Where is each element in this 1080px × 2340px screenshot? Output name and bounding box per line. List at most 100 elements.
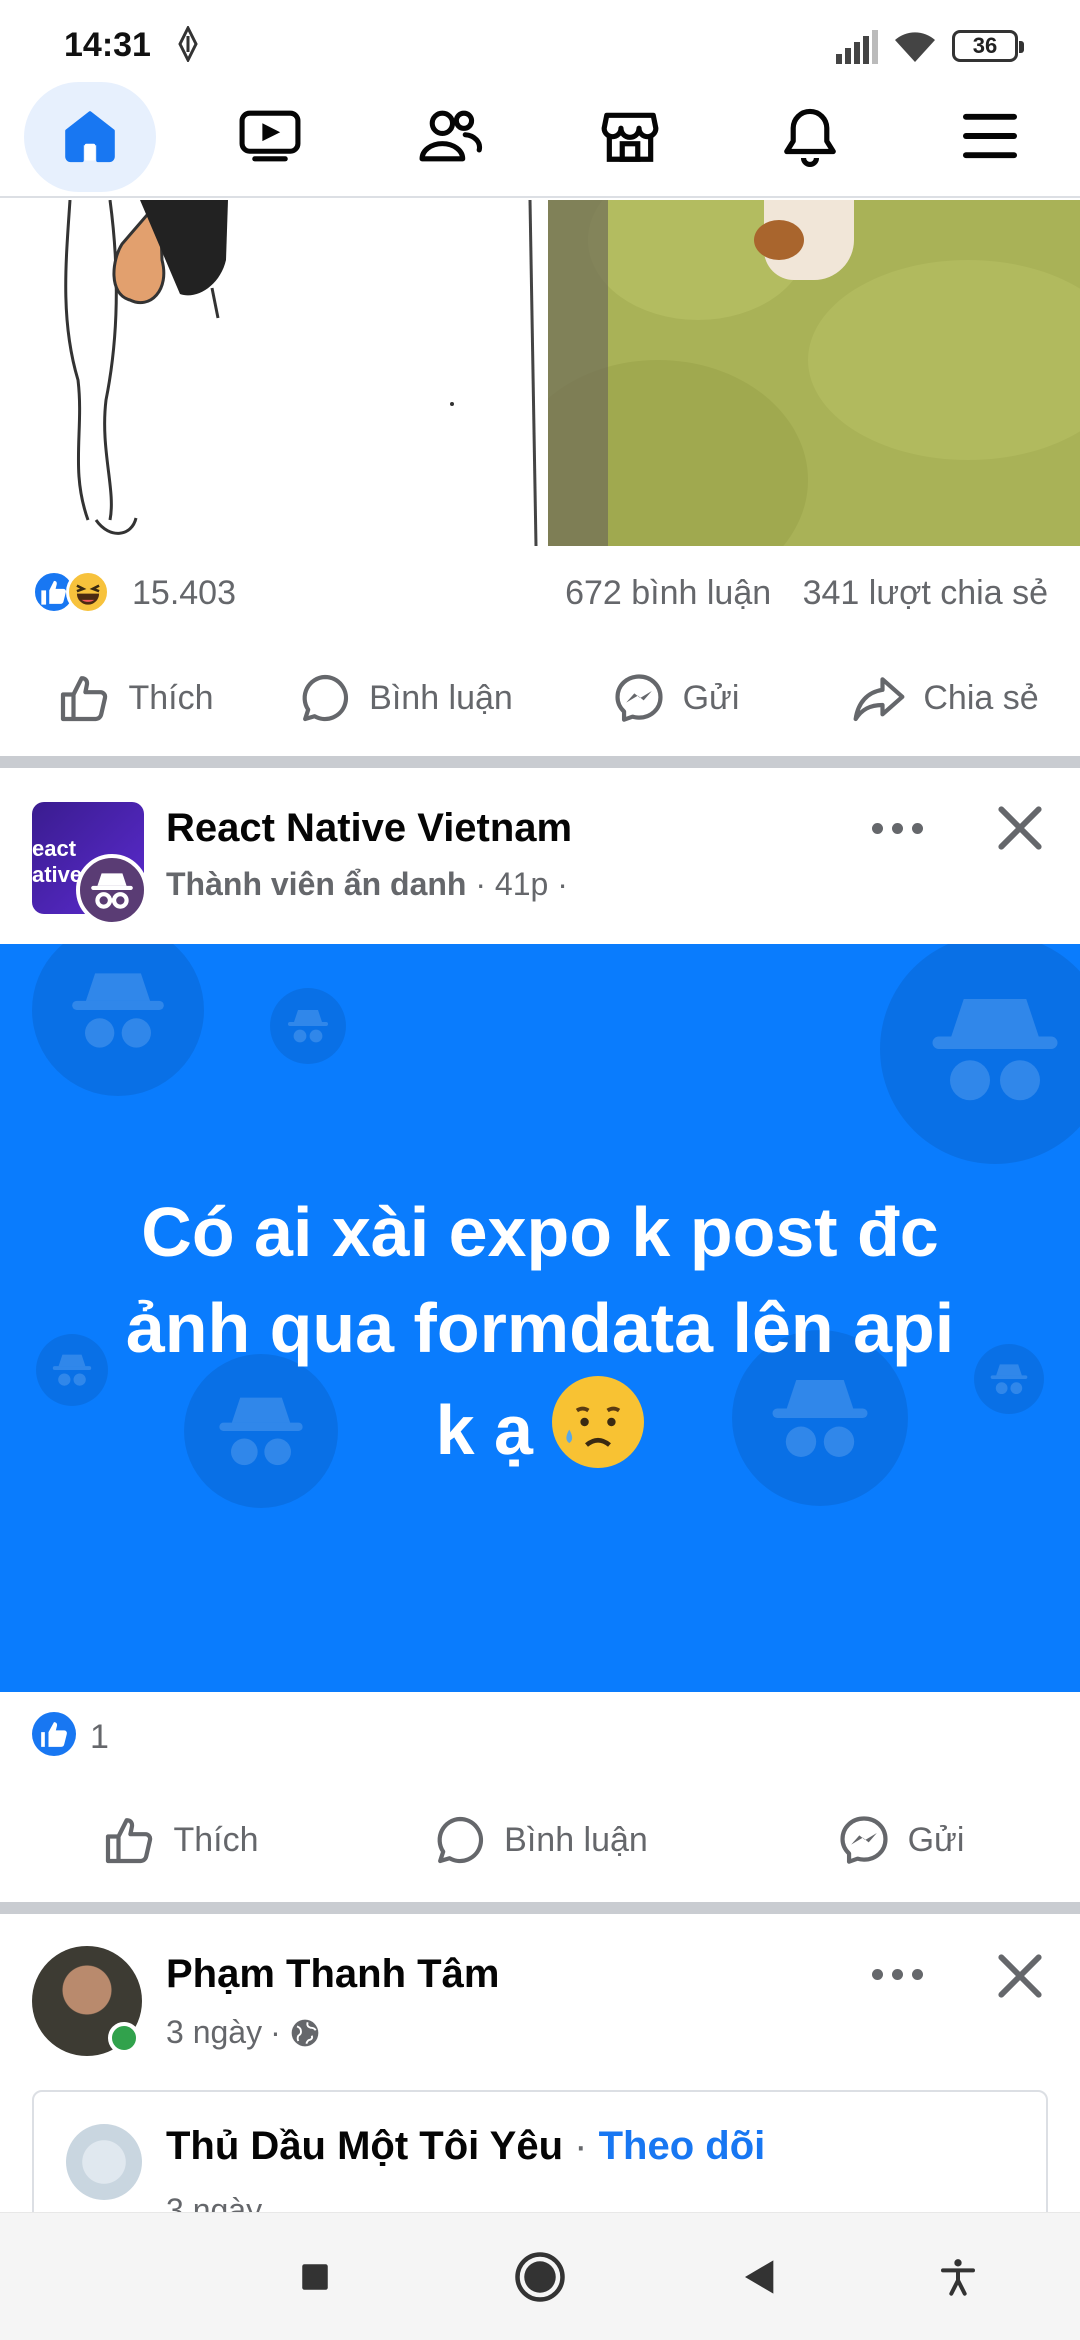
hamburger-menu-icon	[963, 113, 1017, 159]
back-button[interactable]	[700, 2213, 820, 2340]
comment-label: Bình luận	[504, 1820, 648, 1859]
haha-reaction-icon	[66, 570, 110, 614]
status-bar: 14:31 36	[0, 0, 1080, 80]
meta-separator: ·	[574, 2124, 588, 2168]
group-name[interactable]: React Native Vietnam	[166, 806, 572, 851]
more-options-button[interactable]	[872, 816, 932, 840]
post3-time[interactable]: 3 ngày	[166, 2014, 262, 2051]
bell-icon	[784, 108, 836, 167]
sketch-drawing	[64, 200, 538, 546]
anonymous-pattern-icon	[932, 999, 1058, 1101]
tab-watch[interactable]	[203, 80, 337, 192]
like-label: Thích	[128, 678, 214, 717]
back-triangle-icon	[745, 2260, 774, 2294]
post-text-background[interactable]: Có ai xài expo k post đc ảnh qua formdat…	[0, 944, 1080, 1692]
post-body-line-2: ảnh qua formdata lên api	[125, 1289, 955, 1367]
clock: 14:31	[64, 26, 151, 64]
like-reaction-icon[interactable]	[32, 1712, 76, 1756]
share-count[interactable]: 341 lượt chia sẻ	[803, 574, 1048, 612]
tab-menu[interactable]	[923, 80, 1057, 192]
home-icon	[65, 111, 115, 163]
post-author[interactable]: Thành viên ẩn danh	[166, 866, 466, 902]
post-body-line-1: Có ai xài expo k post đc	[141, 1193, 939, 1271]
comment-count[interactable]: 672 bình luận	[565, 574, 771, 612]
home-system-button[interactable]	[480, 2213, 600, 2340]
comment-button[interactable]: Bình luận	[360, 1812, 720, 1868]
follow-button[interactable]: Theo dõi	[599, 2124, 766, 2168]
send-label: Gửi	[682, 678, 740, 717]
sad-relieved-emoji-icon	[552, 1376, 645, 1468]
meta-separator: ·	[270, 2014, 281, 2050]
shared-page-avatar[interactable]	[66, 2124, 142, 2200]
system-navigation-bar	[0, 2212, 1080, 2340]
send-button[interactable]: Gửi	[720, 1812, 1080, 1868]
comment-icon	[302, 674, 349, 722]
close-icon[interactable]	[988, 1944, 1052, 2008]
anonymous-icon	[91, 873, 133, 909]
reaction-count[interactable]: 15.403	[132, 574, 236, 613]
share-arrow-icon	[853, 677, 905, 722]
share-label: Chia sẻ	[923, 678, 1039, 717]
like-button[interactable]: Thích	[0, 670, 270, 726]
anonymous-pattern-icon	[72, 973, 164, 1048]
feed-divider	[0, 756, 1080, 768]
like-label: Thích	[173, 1820, 259, 1859]
meta-separator: ·	[475, 866, 487, 902]
like-count[interactable]: 1	[90, 1718, 109, 1757]
signal-icon	[836, 30, 878, 64]
messenger-icon	[615, 674, 663, 722]
globe-icon	[291, 2019, 319, 2046]
send-label: Gửi	[907, 1820, 965, 1859]
group-avatar-text-1: eact	[32, 836, 77, 861]
friends-icon	[419, 110, 483, 162]
post2-action-bar: Thích Bình luận Gửi	[0, 1790, 1080, 1890]
feed-divider	[0, 1902, 1080, 1914]
post-body-text: Có ai xài expo k post đc ảnh qua formdat…	[40, 1184, 1040, 1478]
post1-stats: 15.403 672 bình luận 341 lượt chia sẻ	[0, 556, 1080, 628]
thumbs-up-icon	[106, 1818, 153, 1864]
battery-indicator: 36	[952, 30, 1024, 62]
square-icon	[302, 2264, 328, 2290]
post3-author[interactable]: Phạm Thanh Tâm	[166, 1952, 499, 1997]
nfc-icon	[178, 26, 198, 62]
tab-home[interactable]	[23, 80, 157, 192]
post2-stats: 1	[0, 1700, 1080, 1770]
marketplace-icon	[601, 112, 659, 162]
post2-header: eact ative React Native Vietnam Thành viê…	[0, 776, 1080, 926]
anonymous-pattern-icon	[288, 1010, 328, 1043]
close-icon[interactable]	[988, 796, 1052, 860]
post-body-line-3: k ạ	[435, 1391, 533, 1469]
post-image-right[interactable]	[548, 200, 1080, 546]
tab-friends[interactable]	[383, 80, 517, 192]
comment-button[interactable]: Bình luận	[270, 670, 540, 726]
accessibility-button[interactable]	[898, 2213, 1018, 2340]
post-image-left[interactable]	[0, 200, 540, 546]
post3-meta: 3 ngày ·	[166, 2014, 321, 2051]
comment-label: Bình luận	[369, 678, 513, 717]
thumbs-up-icon	[61, 676, 108, 722]
circle-home-icon	[515, 2252, 565, 2302]
comment-icon	[437, 1816, 484, 1864]
recents-button[interactable]	[255, 2213, 375, 2340]
reactions-summary[interactable]	[32, 568, 116, 616]
meta-separator-2: ·	[557, 866, 568, 902]
group-avatar-text-2: ative	[32, 862, 83, 887]
send-button[interactable]: Gửi	[540, 670, 810, 726]
more-options-button[interactable]	[872, 1962, 932, 1986]
online-status-dot	[108, 2022, 140, 2054]
shared-page-name[interactable]: Thủ Dầu Một Tôi Yêu	[166, 2124, 563, 2168]
post-image-grid[interactable]	[0, 200, 1080, 546]
share-button[interactable]: Chia sẻ	[810, 670, 1080, 726]
wifi-icon	[895, 32, 935, 62]
top-navigation	[0, 80, 1080, 198]
tab-marketplace[interactable]	[563, 80, 697, 192]
anonymous-member-avatar[interactable]	[76, 854, 148, 926]
accessibility-icon	[941, 2259, 975, 2296]
messenger-icon	[840, 1816, 888, 1864]
video-icon	[239, 110, 301, 162]
tab-notifications[interactable]	[743, 80, 877, 192]
post-time[interactable]: 41p	[495, 866, 548, 902]
shared-page-title: Thủ Dầu Một Tôi Yêu · Theo dõi	[166, 2124, 765, 2169]
like-button[interactable]: Thích	[0, 1812, 360, 1868]
post1-action-bar: Thích Bình luận Gửi Chia sẻ	[0, 648, 1080, 748]
